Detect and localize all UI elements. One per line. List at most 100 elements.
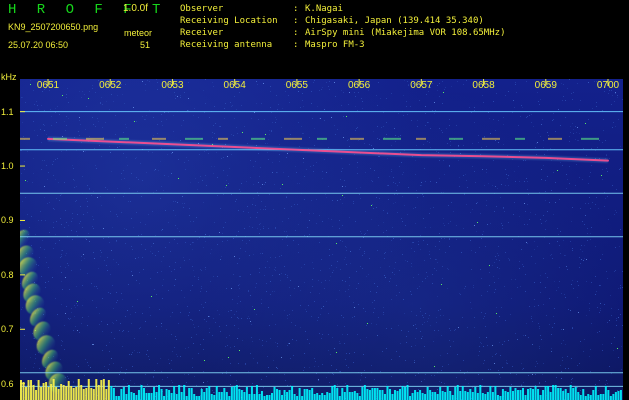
spectrogram-noise-pixel xyxy=(584,224,585,225)
spectrogram-noise-pixel xyxy=(613,122,614,123)
spectrogram-noise-pixel xyxy=(562,360,563,361)
spectrogram-noise-pixel xyxy=(322,171,323,172)
spectrogram-noise-pixel xyxy=(267,261,268,262)
spectrogram-noise-pixel xyxy=(116,292,117,293)
spectrogram-noise-pixel xyxy=(294,204,295,205)
spectrogram-noise-pixel xyxy=(420,235,421,236)
spectrogram-noise-pixel xyxy=(35,234,36,235)
spectrogram-noise-pixel xyxy=(413,277,414,278)
bottom-spectral-bar xyxy=(120,389,123,400)
bottom-spectral-bar xyxy=(65,386,68,400)
spectrogram-noise-pixel xyxy=(247,318,248,319)
spectrogram-noise-pixel xyxy=(67,88,68,89)
spectrogram-noise-pixel xyxy=(72,165,73,166)
spectrogram-noise-pixel xyxy=(61,340,62,341)
spectrogram-noise-pixel xyxy=(97,197,98,198)
spectrogram-noise-pixel xyxy=(563,329,564,330)
spectrogram-noise-pixel xyxy=(415,174,416,175)
spectrogram-noise-pixel xyxy=(313,82,314,83)
spectrogram-noise-pixel xyxy=(286,231,287,232)
bottom-spectral-bar xyxy=(609,396,612,400)
spectrogram-noise-pixel xyxy=(577,140,578,141)
spectrogram-noise-pixel xyxy=(194,276,195,277)
spectrogram-noise-pixel xyxy=(425,125,426,126)
spectrogram-noise-pixel xyxy=(415,324,416,325)
spectrogram-noise-pixel xyxy=(97,288,98,289)
spectrogram-noise-pixel xyxy=(325,280,326,281)
spectrogram-noise-pixel xyxy=(106,345,107,346)
spectrogram-noise-pixel xyxy=(348,139,349,140)
spectrogram-noise-pixel xyxy=(465,286,466,287)
spectrogram-noise-pixel xyxy=(311,103,312,104)
spectrogram-noise-pixel xyxy=(66,94,67,95)
spectrogram-noise-pixel xyxy=(482,169,483,170)
spectrogram-noise-pixel xyxy=(30,80,31,81)
spectrogram-noise-pixel xyxy=(284,231,285,232)
bottom-spectral-bar xyxy=(579,395,582,400)
spectrogram-noise-pixel xyxy=(264,275,265,276)
spectrogram-noise-pixel xyxy=(571,93,572,94)
bottom-spectral-bar xyxy=(574,387,577,400)
spectrogram-noise-pixel xyxy=(512,366,513,367)
spectrogram-noise-pixel xyxy=(124,103,125,104)
spectrogram-noise-pixel xyxy=(113,259,114,260)
spectrogram-noise-pixel xyxy=(265,206,266,207)
spectrogram-noise-pixel xyxy=(192,320,193,321)
spectrogram-noise-pixel xyxy=(44,130,45,131)
bottom-spectral-bar xyxy=(414,390,417,400)
spectrogram-noise-pixel xyxy=(459,186,460,187)
spectrogram-noise-pixel xyxy=(551,254,552,255)
bottom-spectral-bar xyxy=(102,379,105,400)
spectrogram-noise-pixel xyxy=(407,382,408,383)
spectrogram-noise-pixel xyxy=(134,383,135,384)
spectrogram-noise-pixel xyxy=(520,286,521,287)
spectrogram-noise-pixel xyxy=(522,369,523,370)
spectrogram-noise-pixel xyxy=(392,272,393,273)
spectrogram-noise-pixel xyxy=(477,202,478,203)
spectrogram-noise-pixel xyxy=(287,245,288,246)
spectrogram-noise-pixel xyxy=(168,222,169,223)
spectrogram-noise-pixel xyxy=(161,148,162,149)
spectrogram-noise-pixel xyxy=(208,153,209,154)
spectrogram-noise-pixel xyxy=(271,112,272,113)
spectrogram-noise-pixel xyxy=(253,184,254,185)
spectrogram-noise-pixel xyxy=(339,371,340,372)
spectrogram-noise-pixel xyxy=(82,91,83,92)
bottom-spectral-bar xyxy=(511,391,514,400)
spectrogram-noise-pixel xyxy=(411,346,412,347)
spectrogram-noise-pixel xyxy=(588,82,589,83)
spectrogram-noise-pixel xyxy=(242,132,243,133)
spectrogram-noise-pixel xyxy=(604,206,605,207)
spectrogram-noise-pixel xyxy=(122,346,123,347)
spectrogram-noise-pixel xyxy=(158,170,159,171)
spectrogram-noise-pixel xyxy=(244,126,245,127)
spectrogram-noise-pixel xyxy=(197,239,198,240)
spectrogram-noise-pixel xyxy=(270,294,271,295)
spectrogram-noise-pixel xyxy=(205,79,206,80)
spectrogram-noise-pixel xyxy=(339,290,340,291)
bottom-spectral-bar xyxy=(142,388,145,400)
spectrogram-noise-pixel xyxy=(537,246,538,247)
spectrogram-noise-pixel xyxy=(587,240,588,241)
spectrogram-noise-pixel xyxy=(337,325,338,326)
spectrogram-noise-pixel xyxy=(342,225,343,226)
spectrogram-noise-pixel xyxy=(312,286,313,287)
spectrogram-noise-pixel xyxy=(580,249,581,250)
spectrogram-noise-pixel xyxy=(342,203,343,204)
spectrogram-noise-pixel xyxy=(102,127,103,128)
spectrogram-noise-pixel xyxy=(481,238,482,239)
y-axis-tick-label: 0.8 xyxy=(1,269,14,280)
spectrogram-noise-pixel xyxy=(617,348,618,349)
spectrogram-noise-pixel xyxy=(473,287,474,288)
spectrogram-noise-pixel xyxy=(295,166,296,167)
spectrogram-noise-pixel xyxy=(308,305,309,306)
trace-highlight-segment xyxy=(86,137,104,140)
spectrogram-noise-pixel xyxy=(87,273,88,274)
spectrogram-noise-pixel xyxy=(441,382,442,383)
spectrogram-noise-pixel xyxy=(109,342,110,343)
spectrogram-noise-pixel xyxy=(466,204,467,205)
bottom-spectral-bar xyxy=(316,393,319,400)
spectrogram-noise-pixel xyxy=(225,187,226,188)
spectrogram-noise-pixel xyxy=(480,342,481,343)
spectrogram-noise-pixel xyxy=(418,274,419,275)
